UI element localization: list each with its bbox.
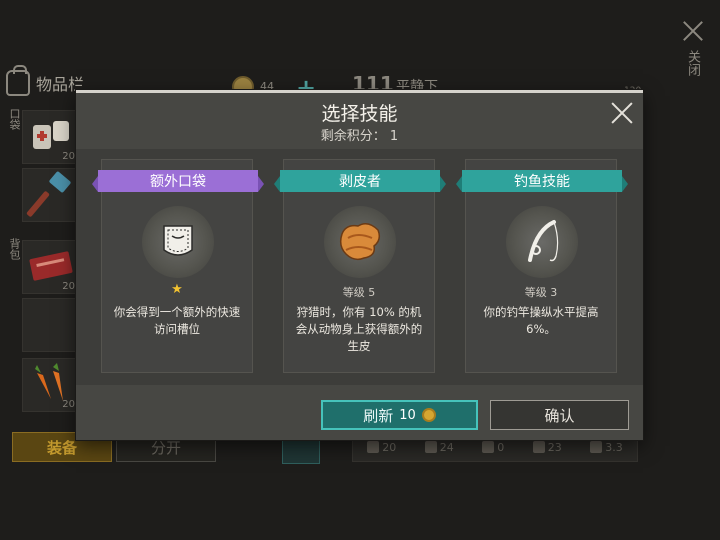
refresh-button[interactable]: 刷新 10 bbox=[321, 400, 478, 430]
dialog-close-icon[interactable] bbox=[610, 101, 634, 125]
inventory-slot-ticket[interactable]: 20 bbox=[22, 240, 78, 294]
slot-count: 20 bbox=[62, 399, 75, 410]
close-screen-label[interactable]: 关闭 bbox=[683, 50, 702, 76]
dialog-title: 选择技能 bbox=[321, 103, 398, 125]
refresh-label: 刷新 bbox=[363, 406, 394, 425]
runner-icon bbox=[532, 441, 545, 453]
inventory-slot-hammer[interactable] bbox=[22, 168, 78, 222]
skill-card-skinner[interactable]: 剥皮者 等级 5 狩猎时，你有 10% 的机会从动物身上获得额外的生皮 bbox=[274, 159, 446, 373]
stat-defense: 24 bbox=[424, 441, 454, 454]
skill-description: 你会得到一个额外的快速访问槽位 bbox=[113, 305, 241, 336]
close-screen-icon[interactable] bbox=[682, 20, 704, 42]
skill-description: 你的钓竿操纵水平提高 6%。 bbox=[483, 305, 599, 336]
refresh-cost: 10 bbox=[399, 407, 416, 423]
pocket-icon bbox=[142, 206, 214, 278]
skill-card-extra-pocket[interactable]: 额外口袋 ★ 你会得到一个额外的快速访问槽位 bbox=[92, 159, 264, 373]
slot-count: 20 bbox=[62, 281, 75, 292]
skill-card-fishing[interactable]: 钓鱼技能 等级 3 你的钓竿操纵水平提高 6%。 bbox=[456, 159, 628, 373]
stat-poison: 0 bbox=[482, 441, 504, 454]
skill-description: 狩猎时，你有 10% 的机会从动物身上获得额外的生皮 bbox=[295, 305, 423, 353]
coin-icon bbox=[421, 408, 436, 422]
skill-level: 等级 5 bbox=[342, 286, 376, 299]
stat-crit: 3.3 bbox=[590, 441, 623, 454]
sword-icon bbox=[367, 441, 380, 453]
pocket-label: 口袋 bbox=[8, 108, 21, 130]
stat-attack: 20 bbox=[367, 441, 396, 454]
leather-hide-icon bbox=[324, 206, 396, 278]
inventory-slot-carrots[interactable]: 20 bbox=[22, 358, 78, 412]
fishing-rod-icon bbox=[506, 206, 578, 278]
dagger-icon bbox=[590, 441, 603, 453]
trash-icon[interactable] bbox=[282, 436, 320, 464]
skull-icon bbox=[482, 441, 495, 453]
star-icon: ★ bbox=[171, 282, 183, 297]
backpack-icon bbox=[6, 65, 30, 96]
skill-cards-area: 额外口袋 ★ 你会得到一个额外的快速访问槽位 剥皮者 等级 5 狩猎时，你有 1… bbox=[76, 149, 643, 385]
hammer-icon bbox=[26, 171, 71, 217]
skill-name-ribbon: 剥皮者 bbox=[274, 170, 446, 192]
stat-speed: 23 bbox=[532, 441, 562, 454]
backpack-label: 背包 bbox=[8, 238, 21, 260]
inventory-slot-empty[interactable] bbox=[22, 298, 78, 352]
slot-count: 20 bbox=[62, 151, 75, 162]
skill-name-ribbon: 额外口袋 bbox=[92, 170, 264, 192]
inventory-slot-medkit[interactable]: 20 bbox=[22, 110, 78, 164]
skill-level: 等级 3 bbox=[524, 286, 558, 299]
shield-icon bbox=[424, 441, 437, 453]
skill-select-dialog: 选择技能 剩余积分： 1 额外口袋 ★ 你会得到一个额外的快速访问槽位 剥皮者 bbox=[76, 90, 643, 440]
remaining-points: 剩余积分： 1 bbox=[320, 129, 399, 144]
inventory-header: 物品栏 bbox=[6, 65, 84, 96]
skill-name-ribbon: 钓鱼技能 bbox=[456, 170, 628, 192]
confirm-button[interactable]: 确认 bbox=[490, 400, 629, 430]
